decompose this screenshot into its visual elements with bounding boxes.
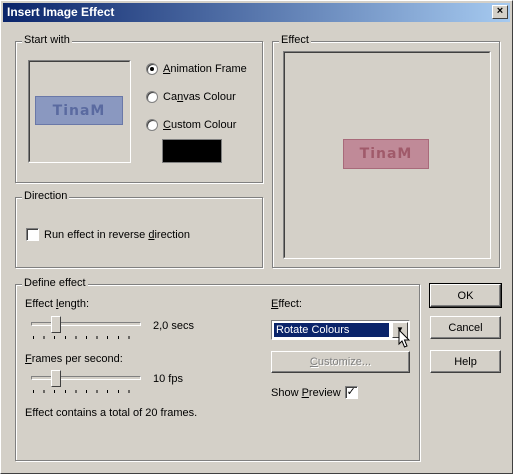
reverse-direction-box[interactable] [26,228,39,241]
define-effect-label: Define effect [22,277,88,289]
window-title: Insert Image Effect [7,5,115,19]
reverse-direction-label: Run effect in reverse direction [44,228,190,241]
effect-select[interactable]: Rotate Colours ▼ [271,320,410,340]
show-preview-label: Show Preview [271,386,341,399]
fps-ticks [33,390,139,393]
fps-thumb[interactable] [51,370,61,387]
effect-select-label: Effect: [271,298,302,310]
title-bar[interactable]: Insert Image Effect × [3,3,510,22]
close-icon: × [496,5,504,17]
radio-animation-frame-label: Animation Frame [163,63,247,75]
cancel-button[interactable]: Cancel [430,316,501,339]
help-button[interactable]: Help [430,350,501,373]
radio-custom-colour-label: Custom Colour [163,119,237,131]
effect-length-value: 2,0 secs [153,320,194,332]
start-preview-logo: TinaM [35,96,123,125]
effect-length-label: Effect length: [25,298,90,310]
customize-label: Customize... [309,356,372,368]
radio-canvas-colour[interactable]: Canvas Colour [146,91,236,103]
reverse-direction-checkbox[interactable]: Run effect in reverse direction [26,228,190,241]
effect-length-track [31,322,141,326]
radio-custom-colour[interactable]: Custom Colour [146,119,236,131]
fps-value: 10 fps [153,373,183,385]
mouse-pointer-icon [398,329,411,348]
fps-track [31,376,141,380]
effect-preview-logo: TinaM [343,139,429,169]
ok-label: OK [457,289,474,302]
total-frames-text: Effect contains a total of 20 frames. [25,407,198,419]
radio-custom-colour-indicator[interactable] [146,119,158,131]
custom-colour-swatch[interactable] [162,139,222,163]
radio-animation-frame[interactable]: Animation Frame [146,63,247,75]
close-button[interactable]: × [492,5,508,19]
direction-label: Direction [22,190,70,202]
radio-canvas-colour-label: Canvas Colour [163,91,236,103]
customize-button[interactable]: Customize... [271,351,410,373]
effect-length-thumb[interactable] [51,316,61,333]
insert-image-effect-dialog: Insert Image Effect × Start with TinaM A… [0,0,513,474]
effect-length-ticks [33,336,139,339]
effect-preview-label: Effect [279,34,311,46]
effect-length-slider[interactable] [31,316,141,340]
cancel-label: Cancel [448,321,483,334]
help-label: Help [454,355,477,368]
ok-button[interactable]: OK [429,283,502,308]
show-preview-checkbox[interactable]: Show Preview ✓ [271,386,358,399]
fps-label: Frames per second: [25,353,123,365]
fps-slider[interactable] [31,370,141,394]
radio-canvas-colour-indicator[interactable] [146,91,158,103]
start-with-label: Start with [22,34,72,46]
show-preview-box[interactable]: ✓ [344,386,358,399]
effect-select-value: Rotate Colours [274,323,389,337]
radio-animation-frame-indicator[interactable] [146,63,158,75]
